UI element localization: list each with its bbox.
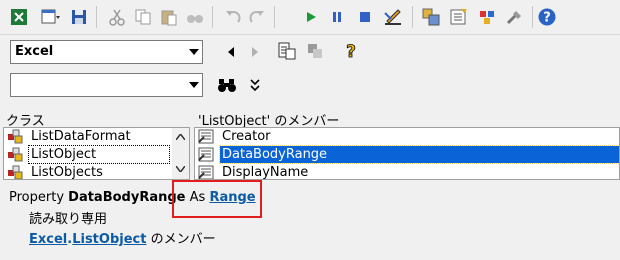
- properties-icon[interactable]: [448, 6, 470, 28]
- toolbox-icon[interactable]: [504, 6, 526, 28]
- list-item-label: ListDataFormat: [31, 129, 131, 144]
- library-select[interactable]: Excel: [10, 40, 203, 64]
- list-item-selected[interactable]: ListObject: [4, 145, 172, 164]
- search-text-combo[interactable]: [10, 73, 203, 97]
- details-pane: Property DataBodyRange As Range 読み取り専用 E…: [0, 185, 620, 260]
- class-link[interactable]: ListObject: [72, 232, 146, 247]
- reset-icon[interactable]: [354, 6, 376, 28]
- run-icon[interactable]: [300, 6, 322, 28]
- chevron-down-icon[interactable]: [184, 74, 202, 96]
- copy-icon[interactable]: [132, 6, 154, 28]
- break-icon[interactable]: [326, 6, 348, 28]
- search-binoculars-icon[interactable]: [217, 75, 237, 95]
- redo-icon[interactable]: [246, 6, 268, 28]
- svg-text:?: ?: [543, 11, 551, 26]
- find-icon[interactable]: [184, 6, 206, 28]
- member-name: DataBodyRange: [68, 190, 186, 205]
- object-browser-icon[interactable]: [476, 6, 498, 28]
- view-definition-icon[interactable]: [305, 41, 325, 61]
- undo-icon[interactable]: [222, 6, 244, 28]
- highlight-box: [172, 180, 262, 218]
- excel-view-icon[interactable]: [8, 6, 30, 28]
- scroll-up-icon[interactable]: [176, 134, 185, 140]
- member-of-line: Excel.ListObject のメンバー: [29, 228, 216, 247]
- previous-icon[interactable]: [221, 42, 241, 62]
- property-icon: [198, 147, 214, 162]
- list-item-label: ListObjects: [31, 165, 103, 180]
- scroll-down-icon[interactable]: [176, 166, 185, 172]
- help-question-icon[interactable]: ?: [341, 41, 361, 61]
- svg-text:?: ?: [346, 42, 356, 61]
- library-select-value: Excel: [15, 44, 54, 59]
- project-explorer-icon[interactable]: [420, 6, 442, 28]
- property-icon: [198, 165, 214, 179]
- classes-scrollbar[interactable]: [172, 128, 189, 179]
- class-icon: [8, 147, 23, 162]
- save-icon[interactable]: [68, 6, 90, 28]
- members-list[interactable]: Creator DataBodyRange DisplayName: [194, 127, 620, 180]
- library-link[interactable]: Excel: [29, 232, 67, 247]
- list-item[interactable]: ListDataFormat: [4, 128, 172, 145]
- readonly-text: 読み取り専用: [29, 212, 108, 227]
- list-item[interactable]: DisplayName: [195, 164, 619, 180]
- chevron-down-icon[interactable]: [184, 41, 202, 63]
- class-icon: [8, 129, 23, 144]
- member-of-suffix: のメンバー: [146, 232, 216, 247]
- paste-icon[interactable]: [158, 6, 180, 28]
- list-item-selected[interactable]: DataBodyRange: [195, 145, 619, 164]
- declaration-keyword: Property: [9, 190, 69, 205]
- class-icon: [8, 165, 23, 179]
- insert-userform-icon[interactable]: [40, 6, 62, 28]
- list-item-label: Creator: [222, 129, 271, 144]
- list-item-label: DisplayName: [222, 165, 309, 180]
- list-item-label: DataBodyRange: [219, 145, 619, 164]
- cut-icon[interactable]: [106, 6, 128, 28]
- list-item[interactable]: ListObjects: [4, 164, 172, 180]
- copy-to-clipboard-icon[interactable]: [277, 41, 297, 61]
- design-mode-icon[interactable]: [382, 6, 404, 28]
- standard-toolbar: ?: [0, 0, 620, 35]
- next-icon[interactable]: [245, 42, 265, 62]
- property-icon: [198, 129, 214, 144]
- toggle-search-results-icon[interactable]: [245, 75, 265, 95]
- help-icon[interactable]: ?: [536, 6, 558, 28]
- list-item-label: ListObject: [28, 145, 170, 164]
- classes-list[interactable]: ListDataFormat ListObject ListObjects: [3, 127, 190, 180]
- list-item[interactable]: Creator: [195, 128, 619, 145]
